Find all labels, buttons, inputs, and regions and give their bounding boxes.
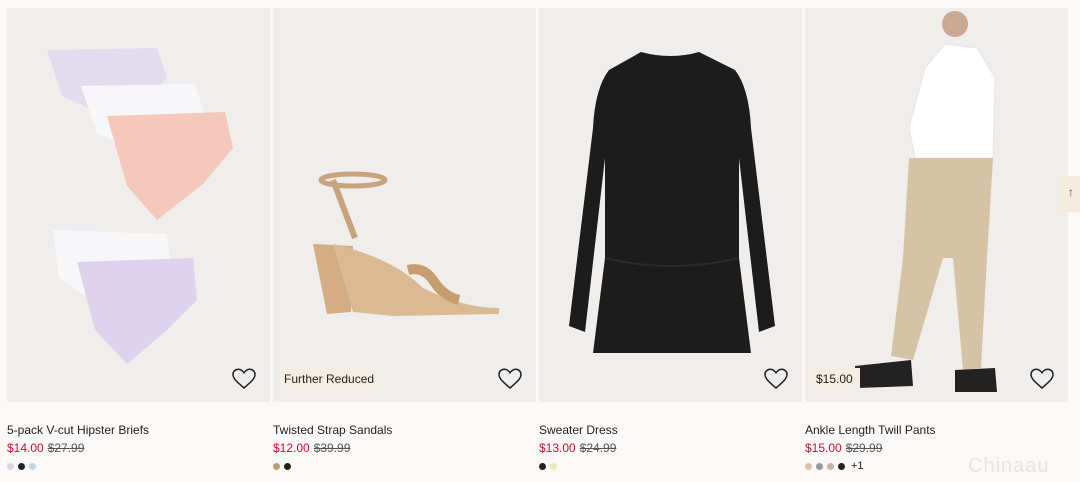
product-card[interactable]: 5-pack V-cut Hipster Briefs $14.00 $27.99 [7, 8, 270, 471]
color-swatch[interactable] [805, 462, 812, 470]
color-swatch[interactable] [539, 462, 546, 470]
color-swatch[interactable] [29, 462, 36, 470]
color-swatches [539, 461, 802, 471]
heart-outline-icon[interactable] [1030, 368, 1054, 390]
model-pants-illustration [855, 11, 997, 392]
color-swatch[interactable] [816, 462, 823, 470]
watermark: Chinaau [968, 455, 1050, 477]
color-swatch[interactable] [550, 462, 557, 470]
original-price: $27.99 [47, 441, 85, 455]
product-prices: $12.00 $39.99 [273, 441, 536, 455]
briefs-illustration [47, 48, 233, 364]
product-image[interactable]: Further Reduced [273, 8, 536, 402]
product-prices: $14.00 $27.99 [7, 441, 270, 455]
product-card[interactable]: Further Reduced Twisted Strap Sandals $1… [273, 8, 536, 471]
original-price: $24.99 [579, 441, 617, 455]
product-title[interactable]: Twisted Strap Sandals [273, 423, 536, 437]
further-reduced-badge: Further Reduced [277, 368, 382, 390]
more-colors-count[interactable]: +1 [851, 460, 864, 472]
product-title[interactable]: 5-pack V-cut Hipster Briefs [7, 423, 270, 437]
sale-price: $14.00 [7, 441, 44, 455]
scroll-to-top-button[interactable]: ↑ [1058, 176, 1080, 212]
product-title[interactable]: Sweater Dress [539, 423, 802, 437]
sale-price: $15.00 [805, 441, 842, 455]
price-badge: $15.00 [809, 368, 860, 390]
sale-price: $13.00 [539, 441, 576, 455]
product-image[interactable] [7, 8, 270, 402]
heart-outline-icon[interactable] [498, 368, 522, 390]
original-price: $39.99 [313, 441, 351, 455]
color-swatch[interactable] [7, 462, 14, 470]
product-prices: $15.00 $29.99 [805, 441, 1068, 455]
product-prices: $13.00 $24.99 [539, 441, 802, 455]
color-swatch[interactable] [838, 462, 845, 470]
sale-price: $12.00 [273, 441, 310, 455]
heart-outline-icon[interactable] [764, 368, 788, 390]
color-swatch[interactable] [273, 462, 280, 470]
original-price: $29.99 [845, 441, 883, 455]
color-swatch[interactable] [284, 462, 291, 470]
color-swatch[interactable] [18, 462, 25, 470]
product-card[interactable]: $15.00 Ankle Length Twill Pants $15.00 $2… [805, 8, 1068, 472]
product-title[interactable]: Ankle Length Twill Pants [805, 423, 1068, 437]
product-card[interactable]: Sweater Dress $13.00 $24.99 [539, 8, 802, 471]
product-image[interactable] [539, 8, 802, 402]
color-swatches [7, 461, 270, 471]
dress-illustration [569, 52, 775, 353]
product-image[interactable]: $15.00 [805, 8, 1068, 402]
color-swatch[interactable] [827, 462, 834, 470]
color-swatches [273, 461, 536, 471]
arrow-up-icon: ↑ [1068, 185, 1074, 199]
sandal-illustration [313, 171, 499, 316]
heart-outline-icon[interactable] [232, 368, 256, 390]
